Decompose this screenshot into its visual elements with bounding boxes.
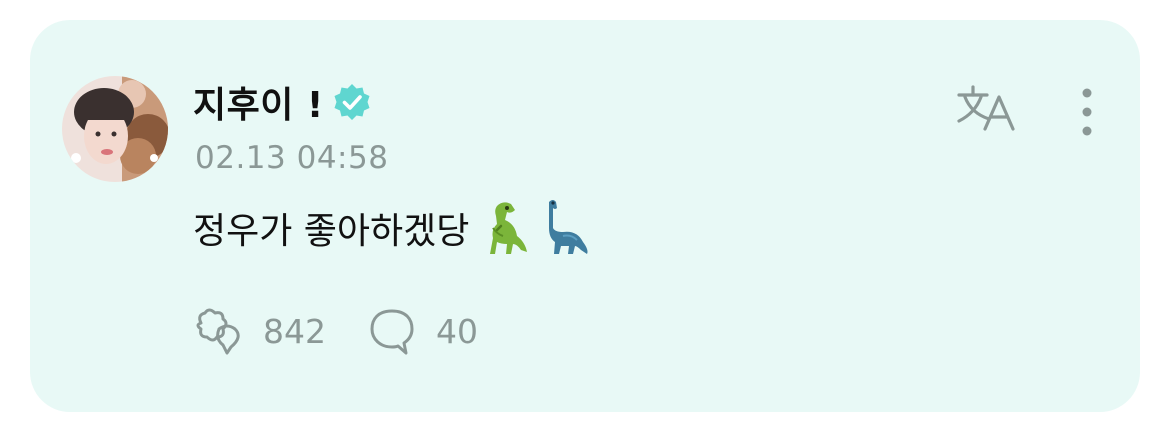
likes-count: 842 (263, 311, 326, 351)
speech-bubble-icon[interactable] (366, 307, 418, 355)
comments-count: 40 (436, 311, 478, 351)
sparkle-heart-icon[interactable] (193, 307, 245, 355)
post-card: 지후이 ! 02.13 04:58 정우가 좋아하겠당 842 40 (30, 20, 1140, 412)
post-timestamp: 02.13 04:58 (195, 140, 389, 176)
sauropod-emoji (549, 200, 588, 254)
t-rex-emoji (490, 202, 528, 254)
author-name[interactable]: 지후이 ! (193, 76, 324, 128)
verified-badge-icon (334, 84, 370, 120)
post-stats: 842 40 (193, 306, 478, 356)
post-text: 정우가 좋아하겠당 (193, 211, 470, 252)
translate-icon[interactable] (955, 83, 1019, 135)
author-row: 지후이 ! (193, 77, 372, 127)
more-vertical-icon[interactable] (1072, 86, 1102, 138)
avatar[interactable] (62, 76, 168, 182)
post-body: 정우가 좋아하겠당 (193, 198, 589, 258)
